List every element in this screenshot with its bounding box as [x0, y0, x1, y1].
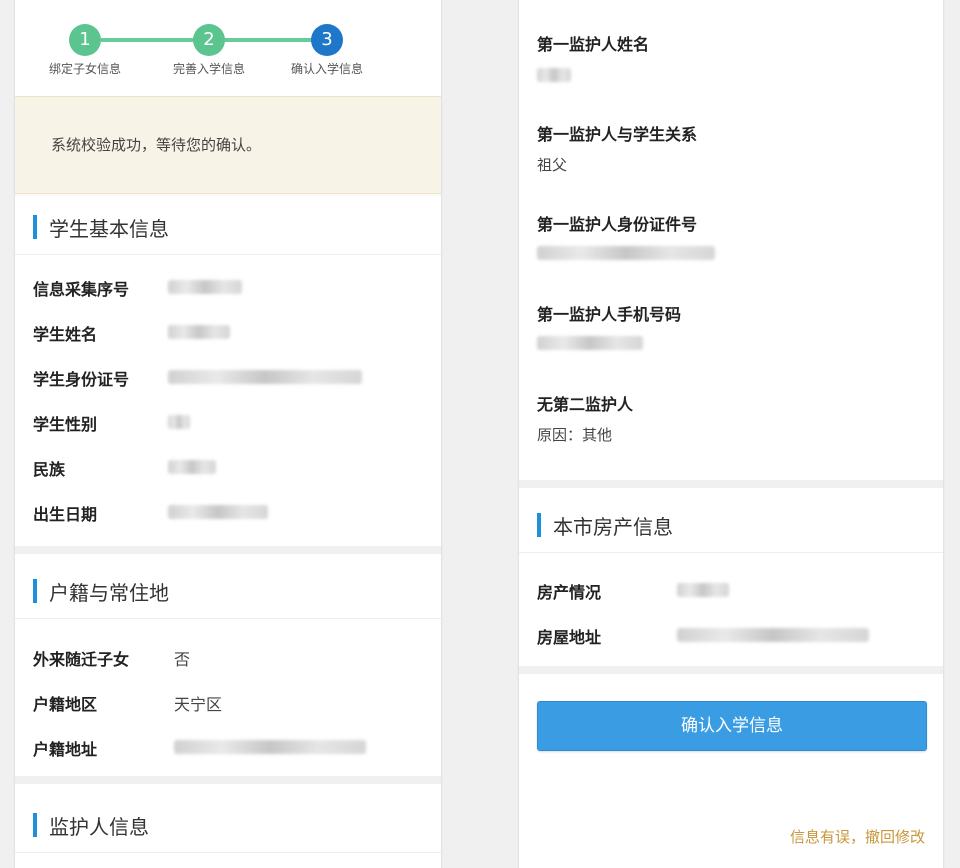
student-section-header: 学生基本信息	[15, 196, 441, 255]
left-panel: 1 绑定子女信息 2 完善入学信息 3 确认入学信息 系统校验成功，等待您的确认…	[14, 0, 442, 868]
household-section-title: 户籍与常住地	[49, 581, 169, 605]
step-2: 2 完善入学信息	[149, 24, 269, 77]
field-label-student-name: 学生姓名	[33, 325, 98, 344]
section-accent-bar	[33, 579, 37, 603]
section-gap	[519, 480, 943, 488]
field-label-collection-no: 信息采集序号	[33, 280, 130, 299]
g1-phone-label: 第一监护人手机号码	[537, 305, 682, 324]
field-label-gender: 学生性别	[33, 415, 98, 434]
revoke-modification-link[interactable]: 信息有误，撤回修改	[790, 826, 925, 847]
redacted-ethnicity	[168, 460, 216, 474]
section-accent-bar	[537, 513, 541, 537]
field-value-household-region: 天宁区	[174, 695, 223, 714]
g1-relation-label: 第一监护人与学生关系	[537, 125, 698, 144]
verification-notice: 系统校验成功，等待您的确认。	[15, 96, 441, 194]
g1-id-label: 第一监护人身份证件号	[537, 215, 698, 234]
property-card: 本市房产信息 房产情况 房屋地址	[519, 488, 943, 666]
section-gap	[15, 776, 441, 784]
redacted-collection-no	[168, 280, 242, 294]
redacted-g1-id	[537, 246, 715, 260]
field-label-migrant-child: 外来随迁子女	[33, 650, 130, 669]
guardian-section-header: 监护人信息	[15, 794, 441, 853]
no-second-guardian-reason: 原因：其他	[537, 426, 613, 444]
g1-relation-value: 祖父	[537, 156, 568, 174]
step-1: 1 绑定子女信息	[25, 24, 145, 77]
student-info-card: 学生基本信息 信息采集序号 学生姓名 学生身份证号 学生性别 民族 出生日期	[15, 196, 441, 546]
redacted-student-name	[168, 325, 230, 339]
redacted-property-address	[677, 628, 869, 642]
redacted-g1-phone	[537, 336, 643, 350]
g1-name-label: 第一监护人姓名	[537, 35, 650, 54]
field-label-household-region: 户籍地区	[33, 695, 98, 714]
redacted-birth-date	[168, 505, 268, 519]
field-label-student-id: 学生身份证号	[33, 370, 130, 389]
property-section-title: 本市房产信息	[553, 515, 673, 539]
property-section-header: 本市房产信息	[519, 494, 943, 553]
confirm-enrollment-button[interactable]: 确认入学信息	[537, 701, 927, 751]
field-value-migrant-child: 否	[174, 650, 191, 669]
step-3: 3 确认入学信息	[267, 24, 387, 77]
student-section-title: 学生基本信息	[49, 217, 169, 241]
redacted-student-id	[168, 370, 362, 384]
step-1-label: 绑定子女信息	[48, 62, 121, 76]
section-accent-bar	[33, 813, 37, 837]
step-2-number: 2	[193, 24, 225, 56]
step-3-label: 确认入学信息	[290, 62, 363, 76]
field-label-household-address: 户籍地址	[33, 740, 98, 759]
field-label-birth-date: 出生日期	[33, 505, 98, 524]
guardian-section-title: 监护人信息	[49, 815, 149, 839]
redacted-property-status	[677, 583, 729, 597]
no-second-guardian-label: 无第二监护人	[537, 395, 634, 414]
redacted-gender	[168, 415, 190, 429]
guardian-card: 监护人信息	[15, 784, 441, 868]
step-3-number: 3	[311, 24, 343, 56]
notice-text: 系统校验成功，等待您的确认。	[51, 136, 262, 154]
redacted-household-address	[174, 740, 366, 754]
household-section-header: 户籍与常住地	[15, 560, 441, 619]
right-panel: 第一监护人姓名 第一监护人与学生关系 祖父 第一监护人身份证件号 第一监护人手机…	[518, 0, 944, 868]
guardian-details-card: 第一监护人姓名 第一监护人与学生关系 祖父 第一监护人身份证件号 第一监护人手机…	[519, 0, 943, 480]
household-card: 户籍与常住地 外来随迁子女 否 户籍地区 天宁区 户籍地址	[15, 554, 441, 776]
field-label-property-address: 房屋地址	[537, 628, 602, 647]
section-gap	[15, 546, 441, 554]
step-2-label: 完善入学信息	[172, 62, 245, 76]
section-gap	[519, 666, 943, 674]
field-label-ethnicity: 民族	[33, 460, 66, 479]
redacted-g1-name	[537, 68, 571, 82]
progress-stepper: 1 绑定子女信息 2 完善入学信息 3 确认入学信息	[15, 0, 441, 96]
step-1-number: 1	[69, 24, 101, 56]
field-label-property-status: 房产情况	[537, 583, 602, 602]
section-accent-bar	[33, 215, 37, 239]
